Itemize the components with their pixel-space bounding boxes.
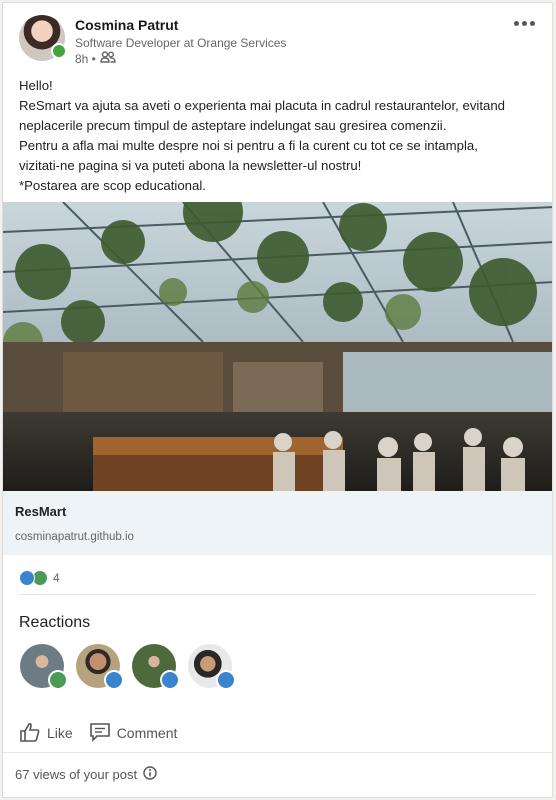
author-name[interactable]: Cosmina Patrut	[75, 17, 178, 33]
reactor-avatar[interactable]	[76, 644, 124, 690]
divider	[19, 594, 536, 595]
more-dot-icon	[513, 20, 519, 26]
post-line: ReSmart va ajuta sa aveti o experienta m…	[19, 98, 506, 113]
divider	[3, 752, 552, 753]
online-status-icon	[51, 43, 67, 59]
views-row[interactable]: 67 views of your post	[15, 766, 157, 783]
reactions-count: 4	[53, 571, 60, 585]
more-dot-icon	[521, 20, 527, 26]
post-line: neplacerile precum timpul de asteptare i…	[19, 118, 447, 133]
link-title[interactable]: ResMart	[15, 504, 66, 519]
celebrate-badge-icon	[48, 670, 68, 690]
link-url: cosminapatrut.github.io	[15, 531, 134, 543]
post-header: Cosmina Patrut Software Developer at Ora…	[3, 3, 552, 73]
post-line: Hello!	[19, 78, 53, 93]
author-avatar[interactable]	[19, 15, 67, 61]
post-card: Cosmina Patrut Software Developer at Ora…	[2, 2, 553, 798]
author-headline: Software Developer at Orange Services	[75, 36, 287, 50]
like-badge-icon	[216, 670, 236, 690]
like-badge-icon	[104, 670, 124, 690]
reactions-heading: Reactions	[19, 614, 91, 631]
like-reaction-icon	[19, 570, 35, 586]
link-preview[interactable]: ResMart cosminapatrut.github.io	[3, 491, 552, 555]
like-label: Like	[47, 725, 73, 741]
post-line: Pentru a afla mai multe despre noi si pe…	[19, 138, 478, 153]
reactor-avatar[interactable]	[20, 644, 68, 690]
like-button[interactable]: Like	[19, 721, 73, 746]
like-badge-icon	[160, 670, 180, 690]
reactor-avatar[interactable]	[188, 644, 236, 690]
post-meta: 8h •	[75, 51, 116, 66]
comment-button[interactable]: Comment	[89, 722, 178, 745]
post-image[interactable]	[3, 202, 552, 491]
action-bar: Like Comment	[19, 718, 177, 748]
more-dot-icon	[529, 20, 535, 26]
reactions-summary[interactable]: 4	[19, 569, 60, 587]
views-text: 67 views of your post	[15, 767, 138, 782]
post-time: 8h •	[75, 51, 96, 66]
info-icon[interactable]	[143, 766, 157, 783]
post-text: Hello! ReSmart va ajuta sa aveti o exper…	[19, 76, 539, 196]
comment-icon	[89, 722, 111, 745]
post-line: *Postarea are scop educational.	[19, 178, 206, 193]
comment-label: Comment	[116, 725, 178, 741]
post-line: vizitati-ne pagina si va puteti abona la…	[19, 158, 362, 173]
reactor-avatar[interactable]	[132, 644, 180, 690]
connections-icon	[100, 51, 116, 66]
restaurant-photo	[3, 202, 552, 491]
thumbs-up-icon	[19, 721, 41, 746]
more-options-button[interactable]	[512, 15, 536, 31]
